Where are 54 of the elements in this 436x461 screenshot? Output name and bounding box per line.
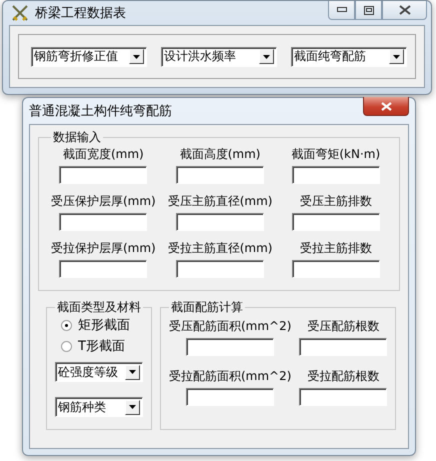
input-field[interactable] <box>186 388 274 406</box>
radio-option[interactable]: 矩形截面 <box>55 316 143 334</box>
field-label: 受拉配筋面积(mm^2) <box>169 368 292 385</box>
window-title: 桥梁工程数据表 <box>35 5 126 22</box>
input-field[interactable] <box>292 260 380 278</box>
radio-button[interactable] <box>61 320 72 330</box>
radio-option[interactable]: T形截面 <box>55 337 143 355</box>
dropdown-arrow-icon <box>393 54 400 58</box>
input-field[interactable] <box>299 338 388 356</box>
minimize-button[interactable] <box>328 1 355 20</box>
field-label: 受拉配筋根数 <box>307 368 380 385</box>
close-icon <box>398 5 410 15</box>
field-label: 受压主筋直径(mm) <box>168 193 272 210</box>
maximize-button[interactable] <box>355 1 382 20</box>
input-field[interactable] <box>59 213 148 231</box>
radio-button[interactable] <box>61 340 72 352</box>
input-field[interactable] <box>299 388 388 406</box>
field-label: 受压配筋面积(mm^2) <box>169 318 292 335</box>
input-field[interactable] <box>292 166 380 184</box>
dropdown-arrow-icon <box>133 54 140 58</box>
field-label: 受拉主筋直径(mm) <box>168 240 272 257</box>
dropdown-arrow-icon <box>263 54 270 58</box>
dropdown[interactable]: 钢筋种类 <box>55 397 143 417</box>
dropdown-arrow-icon <box>129 370 136 374</box>
group-title: 截面类型及材料 <box>56 299 142 316</box>
minimize-icon <box>336 7 346 13</box>
field-label: 截面高度(mm) <box>180 146 260 163</box>
dropdown-arrow-icon <box>129 405 136 409</box>
field-label: 受压保护层厚(mm) <box>51 193 156 210</box>
group-title: 截面配筋计算 <box>170 299 244 316</box>
field-label: 受拉主筋排数 <box>300 240 372 257</box>
dropdown[interactable]: 设计洪水频率 <box>161 46 277 66</box>
field-label: 截面宽度(mm) <box>63 146 144 163</box>
dropdown[interactable]: 砼强度等级 <box>55 362 143 382</box>
window-title: 普通混凝土构件纯弯配筋 <box>29 102 172 120</box>
input-field[interactable] <box>292 213 380 231</box>
input-field[interactable] <box>59 166 148 184</box>
field-label: 受拉保护层厚(mm) <box>51 240 156 257</box>
input-field[interactable] <box>176 260 264 278</box>
input-field[interactable] <box>176 213 264 231</box>
field-label: 受压主筋排数 <box>300 193 372 210</box>
dropdown[interactable]: 钢筋弯折修正值 <box>31 46 147 66</box>
dropdown[interactable]: 截面纯弯配筋 <box>291 46 407 66</box>
field-label: 受压配筋根数 <box>307 318 380 335</box>
close-button[interactable] <box>382 1 427 20</box>
close-button[interactable] <box>363 97 409 116</box>
input-field[interactable] <box>59 260 148 278</box>
group-title: 数据输入 <box>52 129 102 146</box>
maximize-icon <box>364 6 374 14</box>
crossed-swords-icon <box>11 5 29 21</box>
close-icon <box>380 102 392 110</box>
input-field[interactable] <box>186 338 274 356</box>
field-label: 截面弯矩(kN·m) <box>291 146 380 163</box>
input-field[interactable] <box>176 166 264 184</box>
